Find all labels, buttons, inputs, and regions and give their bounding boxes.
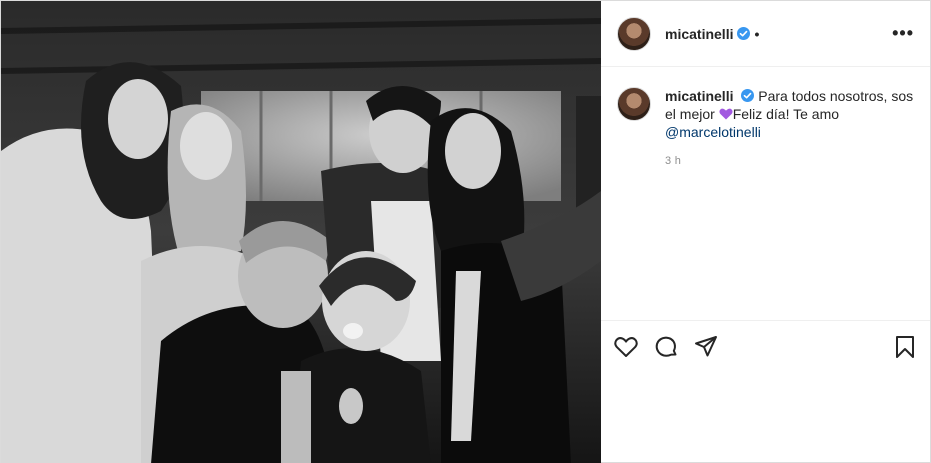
caption-avatar[interactable] bbox=[617, 87, 651, 121]
header-separator: • bbox=[754, 25, 760, 42]
verified-badge-icon bbox=[737, 27, 751, 40]
like-heart-icon[interactable] bbox=[613, 334, 639, 360]
caption-text: micatinelli Para todos nosotros, sos el … bbox=[665, 87, 914, 141]
post-timestamp[interactable]: 3 h bbox=[665, 155, 914, 167]
comments-section: micatinelli Para todos nosotros, sos el … bbox=[601, 67, 930, 320]
caption-body-part2: Feliz día! Te amo bbox=[732, 106, 840, 122]
caption-username[interactable]: micatinelli bbox=[665, 88, 733, 104]
author-username[interactable]: micatinelli bbox=[665, 26, 733, 42]
purple-heart-emoji-icon bbox=[719, 108, 733, 120]
post-photo[interactable] bbox=[1, 1, 601, 463]
more-options-icon[interactable]: ••• bbox=[892, 23, 914, 44]
comment-icon[interactable] bbox=[653, 334, 679, 360]
post-header: micatinelli • ••• bbox=[601, 1, 930, 67]
save-bookmark-icon[interactable] bbox=[892, 334, 918, 360]
verified-badge-icon bbox=[741, 89, 755, 102]
caption-mention-link[interactable]: @marcelotinelli bbox=[665, 124, 761, 140]
instagram-post: micatinelli • ••• micatinelli Para todos… bbox=[0, 0, 931, 463]
author-avatar[interactable] bbox=[617, 16, 651, 51]
photo-illustration bbox=[1, 1, 601, 463]
action-bar bbox=[601, 320, 930, 372]
caption: micatinelli Para todos nosotros, sos el … bbox=[617, 87, 914, 141]
post-sidebar: micatinelli • ••• micatinelli Para todos… bbox=[601, 1, 930, 463]
share-paper-plane-icon[interactable] bbox=[693, 334, 719, 360]
